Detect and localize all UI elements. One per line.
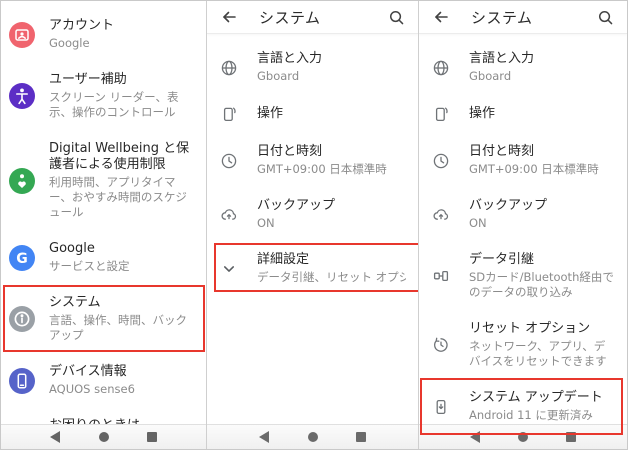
device-info-icon [9, 367, 35, 394]
screenshot-triple-android-settings: アカウント Google ユーザー補助 スクリーン リーダー、表示、操作のコント… [0, 0, 628, 450]
settings-item-data-transfer[interactable]: データ引継 SDカード/Bluetooth経由でのデータの取り込み [419, 244, 627, 308]
svg-text:G: G [16, 251, 28, 267]
settings-item-accessibility[interactable]: ユーザー補助 スクリーン リーダー、表示、操作のコントロール [1, 64, 206, 128]
backup-cloud-icon [432, 206, 450, 224]
settings-item-reset-options[interactable]: リセット オプション ネットワーク、アプリ、デバイスをリセットできます [419, 313, 627, 377]
nav-home-button[interactable] [95, 429, 113, 445]
item-subtitle: 言語、操作、時間、バックアップ [49, 313, 187, 342]
settings-item-date-time[interactable]: 日付と時刻 GMT+09:00 日本標準時 [419, 136, 627, 185]
settings-item-language-input[interactable]: 言語と入力 Gboard [419, 43, 627, 92]
item-title: バックアップ [257, 198, 336, 213]
chevron-down-icon [220, 260, 238, 278]
page-title: システム [471, 8, 533, 27]
item-subtitle: ON [469, 216, 487, 230]
item-subtitle: サービスと設定 [49, 259, 130, 273]
settings-item-gestures[interactable]: 操作 [207, 97, 418, 131]
language-globe-icon [220, 59, 238, 77]
item-title: データ引継 [469, 252, 535, 267]
android-navbar [207, 424, 418, 449]
item-subtitle: AQUOS sense6 [49, 382, 135, 396]
settings-item-system[interactable]: システム 言語、操作、時間、バックアップ [1, 285, 206, 352]
account-icon [9, 21, 35, 48]
item-title: 日付と時刻 [257, 144, 323, 159]
search-icon[interactable] [597, 9, 614, 26]
settings-list: アカウント Google ユーザー補助 スクリーン リーダー、表示、操作のコント… [1, 1, 206, 449]
nav-home-button[interactable] [304, 429, 322, 445]
settings-item-backup[interactable]: バックアップ ON [419, 190, 627, 239]
item-title: 日付と時刻 [469, 144, 535, 159]
item-subtitle: 利用時間、アプリタイマー、おやすみ時間のスケジュール [49, 175, 187, 219]
settings-item-device-info[interactable]: デバイス情報 AQUOS sense6 [1, 356, 206, 405]
google-icon: G [9, 244, 35, 271]
backup-cloud-icon [220, 206, 238, 224]
nav-recents-button[interactable] [562, 429, 580, 445]
reset-options-icon [432, 336, 450, 354]
nav-back-button[interactable] [47, 429, 65, 445]
wellbeing-icon [9, 167, 35, 194]
nav-recents-button[interactable] [143, 429, 161, 445]
item-title: ユーザー補助 [49, 72, 127, 87]
item-subtitle: Google [49, 36, 90, 50]
item-subtitle: データ引継、リセット オプシ.. [257, 270, 406, 284]
item-title: 詳細設定 [257, 252, 310, 267]
item-title: システム アップデート [469, 390, 603, 405]
data-transfer-icon [432, 267, 450, 285]
settings-item-google[interactable]: G Google サービスと設定 [1, 233, 206, 282]
panel-system-collapsed: システム 言語と入力 Gboard 操作 日付と時刻 GMT+09:00 日本標… [207, 1, 419, 449]
item-title: 言語と入力 [257, 51, 323, 66]
settings-item-account[interactable]: アカウント Google [1, 10, 206, 59]
nav-recents-button[interactable] [352, 429, 370, 445]
nav-back-button[interactable] [466, 429, 484, 445]
item-subtitle: SDカード/Bluetooth経由でのデータの取り込み [469, 270, 614, 299]
android-navbar [419, 424, 627, 449]
android-navbar [1, 424, 206, 449]
item-title: 言語と入力 [469, 51, 535, 66]
item-title: Google [49, 241, 95, 256]
nav-home-button[interactable] [514, 429, 532, 445]
settings-item-digital-wellbeing[interactable]: Digital Wellbeing と保護者による使用制限 利用時間、アプリタイ… [1, 133, 206, 228]
panel-system-expanded: システム 言語と入力 Gboard 操作 日付と時刻 GMT+09:00 日本標… [419, 1, 627, 449]
datetime-clock-icon [432, 152, 450, 170]
item-subtitle: GMT+09:00 日本標準時 [257, 162, 387, 176]
item-subtitle: Gboard [257, 69, 300, 83]
item-subtitle: Gboard [469, 69, 512, 83]
app-bar: システム [207, 1, 418, 34]
system-update-icon [432, 398, 450, 416]
item-subtitle: スクリーン リーダー、表示、操作のコントロール [49, 90, 179, 119]
item-subtitle: Android 11 に更新済み [469, 408, 593, 422]
panel-settings-main: アカウント Google ユーザー補助 スクリーン リーダー、表示、操作のコント… [1, 1, 207, 449]
settings-item-backup[interactable]: バックアップ ON [207, 190, 418, 239]
settings-item-gestures[interactable]: 操作 [419, 97, 627, 131]
gestures-icon [432, 105, 450, 123]
app-bar: システム [419, 1, 627, 34]
item-subtitle: ON [257, 216, 275, 230]
page-title: システム [259, 8, 321, 27]
system-settings-list: 言語と入力 Gboard 操作 日付と時刻 GMT+09:00 日本標準時 バッ… [207, 34, 418, 293]
item-title: システム [49, 295, 101, 310]
settings-item-date-time[interactable]: 日付と時刻 GMT+09:00 日本標準時 [207, 136, 418, 185]
nav-back-button[interactable] [256, 429, 274, 445]
datetime-clock-icon [220, 152, 238, 170]
item-title: バックアップ [469, 198, 548, 213]
language-globe-icon [432, 59, 450, 77]
system-info-icon [9, 306, 35, 332]
settings-item-advanced[interactable]: 詳細設定 データ引継、リセット オプシ.. [207, 243, 418, 293]
item-subtitle: ネットワーク、アプリ、デバイスをリセットできます [469, 339, 607, 368]
gestures-icon [220, 105, 238, 123]
back-arrow-icon[interactable] [220, 8, 238, 26]
settings-item-language-input[interactable]: 言語と入力 Gboard [207, 43, 418, 92]
item-title: Digital Wellbeing と保護者による使用制限 [49, 141, 190, 172]
item-title: 操作 [469, 106, 496, 121]
back-arrow-icon[interactable] [432, 8, 450, 26]
search-icon[interactable] [388, 9, 405, 26]
item-title: アカウント [49, 18, 115, 33]
accessibility-icon [9, 83, 35, 109]
item-subtitle: GMT+09:00 日本標準時 [469, 162, 599, 176]
item-title: 操作 [257, 106, 284, 121]
system-settings-list: 言語と入力 Gboard 操作 日付と時刻 GMT+09:00 日本標準時 バッ… [419, 34, 627, 435]
item-title: デバイス情報 [49, 364, 127, 379]
item-title: リセット オプション [469, 321, 591, 336]
